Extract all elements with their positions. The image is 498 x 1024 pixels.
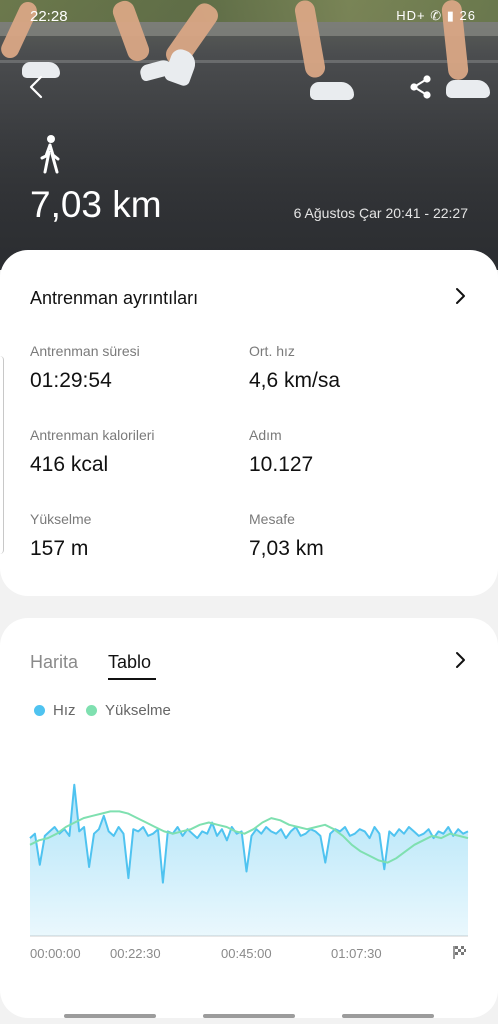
stat-calories: Antrenman kalorileri 416 kcal xyxy=(30,427,155,477)
x-tick-label: 01:07:30 xyxy=(331,946,382,961)
back-button[interactable] xyxy=(22,72,52,102)
hero-photo-road xyxy=(0,60,498,63)
nav-home-button[interactable] xyxy=(203,1014,295,1018)
hero-header: 22:28 HD+ ✆ ▮ 26 7,03 km 6 Ağustos Çar 2… xyxy=(0,0,498,270)
system-nav-bar xyxy=(0,1006,498,1024)
share-icon xyxy=(410,75,431,99)
stat-elevation: Yükselme 157 m xyxy=(30,511,91,561)
stat-steps: Adım 10.127 xyxy=(249,427,313,477)
chevron-left-icon xyxy=(29,75,43,99)
status-bar: 22:28 HD+ ✆ ▮ 26 xyxy=(0,0,498,30)
stat-avg-speed: Ort. hız 4,6 km/sa xyxy=(249,343,340,393)
finish-flag-icon xyxy=(452,944,468,960)
x-tick-label: 00:00:00 xyxy=(30,946,81,961)
status-time: 22:28 xyxy=(30,8,68,25)
status-icons: HD+ ✆ ▮ 26 xyxy=(396,8,476,23)
nav-back-button[interactable] xyxy=(342,1014,434,1018)
stat-value: 157 m xyxy=(30,537,89,560)
nav-recents-button[interactable] xyxy=(64,1014,156,1018)
stat-value: 4,6 km/sa xyxy=(249,369,341,392)
x-tick-label: 00:22:30 xyxy=(110,946,161,961)
workout-details-card: Antrenman ayrıntıları Antrenman süresi 0… xyxy=(0,250,498,596)
stat-label: Antrenman süresi xyxy=(30,343,140,359)
stat-label: Antrenman kalorileri xyxy=(30,427,155,443)
details-title: Antrenman ayrıntıları xyxy=(30,288,199,308)
chevron-right-icon xyxy=(456,288,465,304)
stat-duration: Antrenman süresi 01:29:54 xyxy=(30,343,140,393)
stat-value: 416 kcal xyxy=(30,453,109,476)
hero-photo-shoe xyxy=(310,82,354,100)
stat-label: Mesafe xyxy=(249,511,295,527)
stat-label: Adım xyxy=(249,427,282,443)
walk-icon xyxy=(36,134,66,174)
share-button[interactable] xyxy=(406,72,436,102)
stat-distance: Mesafe 7,03 km xyxy=(249,511,324,561)
stat-value: 10.127 xyxy=(249,453,314,476)
stat-value: 01:29:54 xyxy=(30,369,112,392)
hero-photo-shoe xyxy=(446,80,490,98)
edge-panel-handle[interactable] xyxy=(0,356,4,554)
chart-card: Harita Tablo Hız Yükselme 00:00:00 00:22… xyxy=(0,618,498,1018)
details-expand-button[interactable] xyxy=(450,286,470,306)
x-tick-label: 00:45:00 xyxy=(221,946,272,961)
stat-value: 7,03 km xyxy=(249,537,324,560)
stat-label: Yükselme xyxy=(30,511,92,527)
workout-date-range: 6 Ağustos Çar 20:41 - 22:27 xyxy=(293,205,468,221)
stat-label: Ort. hız xyxy=(249,343,295,359)
total-distance: 7,03 km xyxy=(30,184,162,225)
